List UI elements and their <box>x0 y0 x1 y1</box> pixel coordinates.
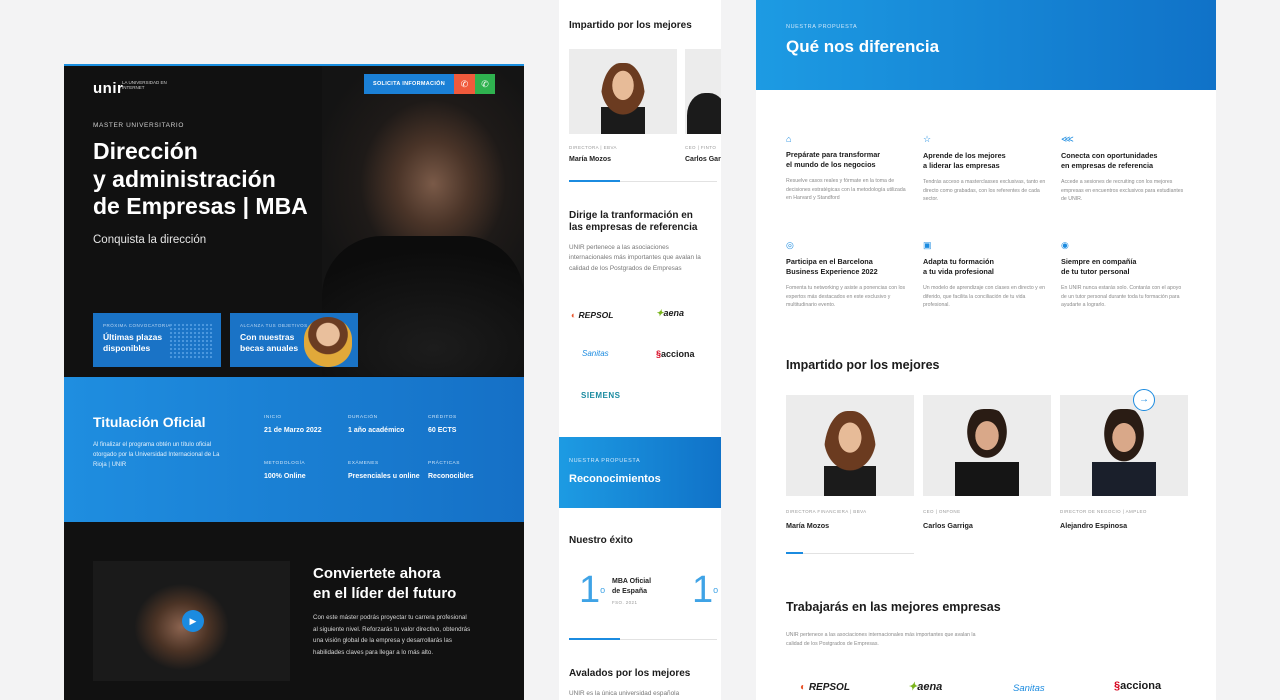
slider-progress <box>786 552 803 554</box>
mobile-proposal-banner: NUESTRA PROPUESTA Reconocimientos <box>559 437 721 508</box>
endorsed-heading: Avalados por los mejores <box>569 668 691 679</box>
proposal-eyebrow: NUESTRA PROPUESTA <box>569 458 641 464</box>
stat-credits: CRÉDITOS 60 ECTS <box>428 415 457 434</box>
teacher-name: Carlos Garriga <box>923 521 973 530</box>
stat-method: METODOLOGÍA 100% Online <box>264 461 306 480</box>
feature-connect: ⋘ Conecta con oportunidades en empresas d… <box>1061 134 1184 203</box>
rank-number: 1o <box>579 569 606 611</box>
whatsapp-icon[interactable]: ✆ <box>475 74 495 94</box>
share-icon: ⋘ <box>1061 134 1074 144</box>
teacher-photo-alejandro[interactable] <box>1060 395 1188 496</box>
teacher-name: Carlos Gar <box>685 156 721 163</box>
request-info-button[interactable]: SOLICITA INFORMACIÓN <box>364 74 454 94</box>
teacher-photo-carlos[interactable] <box>923 395 1051 496</box>
teachers-heading: Impartido por los mejores <box>786 358 940 372</box>
feature-barcelona: ◎ Participa en el Barcelona Business Expe… <box>786 240 910 310</box>
teacher-photo-carlos[interactable] <box>685 49 721 134</box>
stat-exams: EXÁMENES Presenciales u online <box>348 461 420 480</box>
user-icon: ◉ <box>1061 240 1069 250</box>
teacher-name: María Mozos <box>786 521 830 530</box>
slider-track <box>786 553 914 554</box>
feature-adapt: ▣ Adapta tu formación a tu vida profesion… <box>923 240 1047 310</box>
teacher-role: CEO | FINTO <box>685 145 717 150</box>
success-slider-progress <box>569 638 620 640</box>
leader-heading: Conviertete ahora en el líder del futuro <box>313 565 457 602</box>
teacher-photo-maria[interactable] <box>569 49 677 134</box>
official-degree-section: Titulación Oficial Al finalizar el progr… <box>64 377 524 522</box>
desktop-mockup: unir LA UNIVERSIDAD EN INTERNET SOLICITA… <box>64 64 524 700</box>
desktop-page-mockup: NUESTRA PROPUESTA Qué nos diferencia ⌂ P… <box>756 0 1216 700</box>
play-icon[interactable]: ▶ <box>182 610 204 632</box>
stat-duration: DURACIÓN 1 año académico <box>348 415 405 434</box>
companies-text: UNIR pertenece a las asociaciones intern… <box>786 632 976 647</box>
companies-heading: Trabajarás en las mejores empresas <box>786 600 1001 614</box>
hero-title: Dirección y administración de Empresas |… <box>93 138 308 219</box>
repsol-logo: ◐ REPSOL <box>571 310 614 320</box>
sanitas-logo: Sanitas <box>1013 683 1045 694</box>
rank-source: FSO. 2021 <box>612 600 638 605</box>
mobile-companies-heading: Dirige la tranformación en las empresas … <box>569 210 698 233</box>
official-degree-text: Al finalizar el programa obtén un título… <box>93 442 220 468</box>
proposal-eyebrow: NUESTRA PROPUESTA <box>786 24 858 30</box>
official-degree-heading: Titulación Oficial <box>93 414 206 430</box>
endorsed-text: UNIR es la única universidad española <box>569 690 680 697</box>
repsol-logo: ◐ REPSOL <box>800 682 850 693</box>
teacher-role: DIRECTOR DE NEGOCIO | AMPLEO <box>1060 509 1147 514</box>
siemens-logo: SIEMENS <box>581 391 621 400</box>
teacher-name: Alejandro Espinosa <box>1060 521 1128 530</box>
feature-learn: ☆ Aprende de los mejores a liderar las em… <box>923 134 1046 203</box>
hero-tagline: Conquista la dirección <box>93 234 207 246</box>
phone-icon[interactable]: ✆ <box>454 74 475 94</box>
proposal-title: Reconocimientos <box>569 473 661 485</box>
sanitas-logo: Sanitas <box>582 349 609 358</box>
aena-logo: ✦aena <box>908 681 943 693</box>
proposal-title: Qué nos diferencia <box>786 37 940 56</box>
leader-text: Con este máster podrás proyectar tu carr… <box>313 614 471 656</box>
teacher-role: CEO | ONFONE <box>923 509 961 514</box>
unir-logo[interactable]: unir <box>93 80 123 97</box>
briefcase-icon: ▣ <box>923 240 932 250</box>
student-avatar <box>304 317 352 367</box>
mobile-companies-text: UNIR pertenece a las asociaciones intern… <box>569 244 701 272</box>
next-arrow-icon[interactable]: → <box>1133 389 1155 411</box>
feature-transform: ⌂ Prepárate para transformar el mundo de … <box>786 134 910 203</box>
teacher-role: DIRECTORA FINANCIERA | BBVA <box>786 509 867 514</box>
location-icon: ◎ <box>786 240 794 250</box>
proposal-header: NUESTRA PROPUESTA Qué nos diferencia <box>756 0 1216 90</box>
teacher-photo-maria[interactable] <box>786 395 914 496</box>
logo-tagline: LA UNIVERSIDAD EN INTERNET <box>122 80 167 90</box>
stat-internships: PRÁCTICAS Reconocibles <box>428 461 474 480</box>
acciona-logo: §acciona <box>1114 680 1162 692</box>
success-heading: Nuestro éxito <box>569 535 633 546</box>
stat-start: INICIO 21 de Marzo 2022 <box>264 415 322 434</box>
bank-icon: ⌂ <box>786 134 792 144</box>
mobile-mockup: Impartido por los mejores DIRECTORA | EB… <box>559 0 721 700</box>
dots-pattern <box>169 323 213 359</box>
slider-progress <box>569 180 620 182</box>
star-icon: ☆ <box>923 134 932 144</box>
scholarships-card[interactable]: ALCANZA TUS OBJETIVOS Con nuestras becas… <box>230 313 358 367</box>
aena-logo: ✦aena <box>656 308 685 318</box>
next-call-card[interactable]: PRÓXIMA CONVOCATORIA Últimas plazas disp… <box>93 313 221 367</box>
teacher-name: María Mozos <box>569 156 612 163</box>
acciona-logo: §acciona <box>656 349 695 359</box>
mobile-teachers-heading: Impartido por los mejores <box>569 20 692 31</box>
rank-number-next: 1o <box>692 569 719 611</box>
feature-tutor: ◉ Siempre en compañía de tu tutor persona… <box>1061 240 1185 310</box>
teacher-role: DIRECTORA | EBVA <box>569 145 617 150</box>
hero-eyebrow: MASTER UNIVERSITARIO <box>93 122 184 129</box>
rank-label: MBA Oficial de España <box>612 578 652 595</box>
